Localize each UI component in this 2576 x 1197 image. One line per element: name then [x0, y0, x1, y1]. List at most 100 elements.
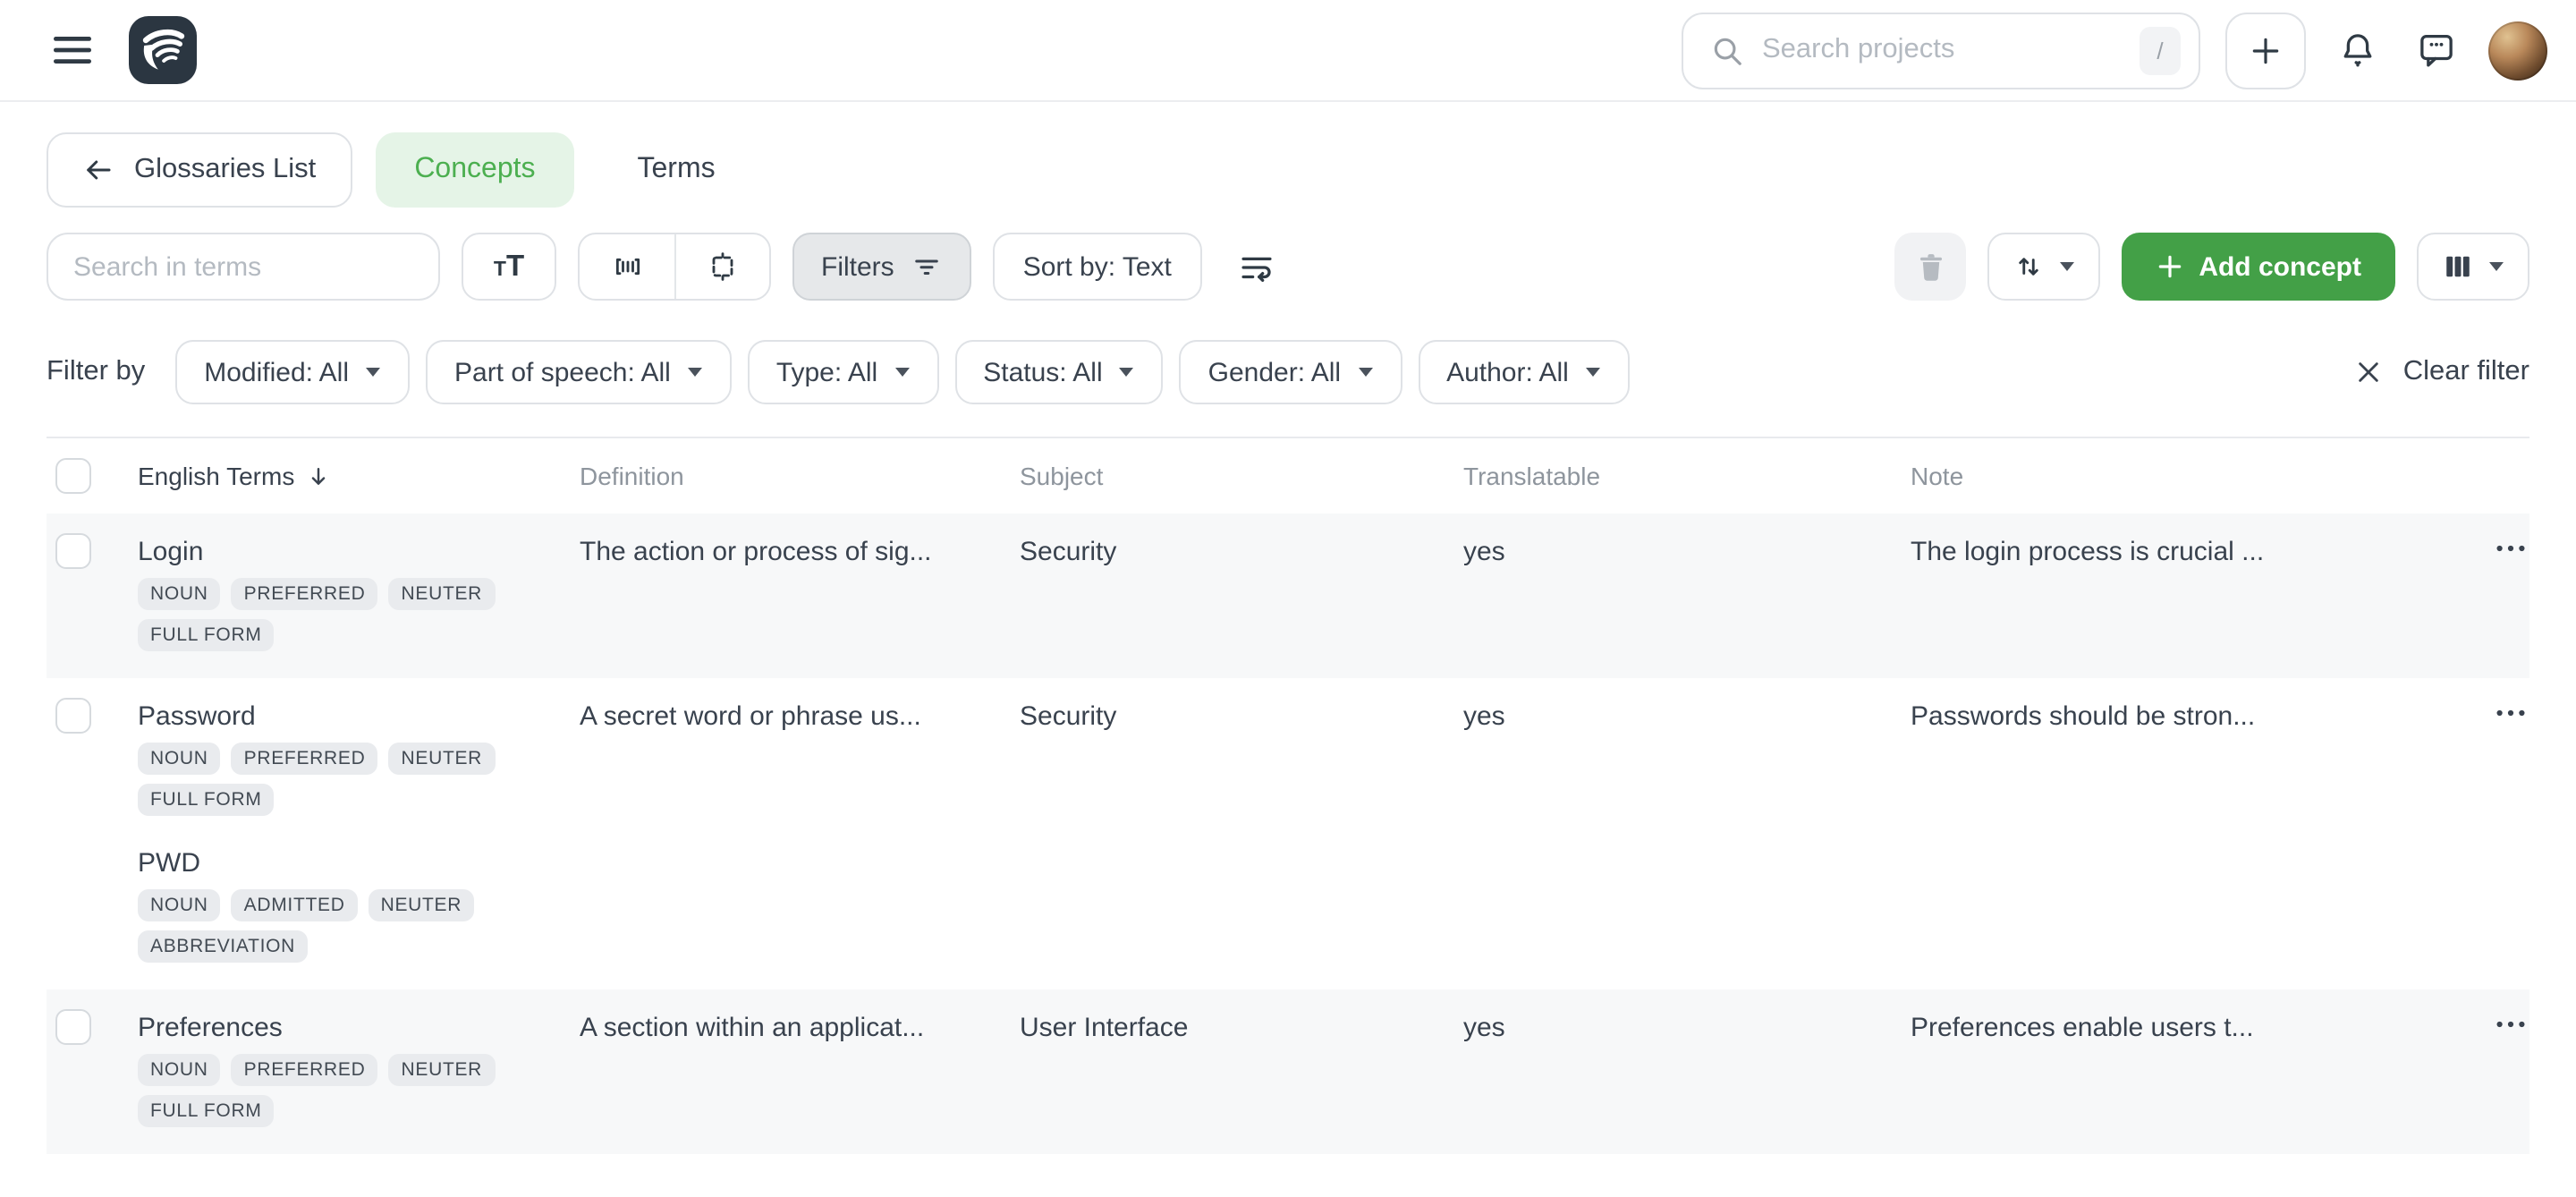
ellipsis-icon — [2496, 709, 2526, 717]
filter-chip-label: Gender: All — [1208, 357, 1341, 387]
filter-chips: Modified: All Part of speech: All Type: Al… — [175, 340, 1630, 404]
row-menu-cell — [2465, 533, 2529, 560]
add-concept-label: Add concept — [2199, 251, 2361, 282]
hamburger-icon — [54, 36, 91, 64]
create-project-button[interactable] — [2225, 12, 2306, 89]
row-menu-button[interactable] — [2492, 1013, 2529, 1036]
filters-button[interactable]: Filters — [792, 233, 971, 301]
search-in-terms-input[interactable] — [73, 251, 413, 282]
cell-subject: Security — [1020, 533, 1463, 571]
term-badge: ABBREVIATION — [138, 930, 308, 963]
row-menu-button[interactable] — [2492, 701, 2529, 725]
table-body: LoginNOUNPREFERREDNEUTERFULL FORMThe act… — [47, 514, 2529, 1154]
wrap-text-button[interactable] — [1238, 248, 1275, 285]
glossary-nav: Glossaries List Concepts Terms — [47, 132, 2529, 208]
notifications-button[interactable] — [2331, 23, 2385, 77]
table-row[interactable]: LoginNOUNPREFERREDNEUTERFULL FORMThe act… — [47, 514, 2529, 678]
sort-by-button[interactable]: Sort by: Text — [993, 233, 1202, 301]
chevron-down-icon — [365, 367, 381, 378]
cell-note: Passwords should be stron... — [1911, 698, 2465, 735]
term-badge: NOUN — [138, 889, 221, 921]
filter-chip-label: Modified: All — [204, 357, 349, 387]
search-shortcut-badge: / — [2140, 26, 2181, 74]
hamburger-menu-button[interactable] — [47, 29, 98, 72]
chevron-down-icon — [1119, 367, 1135, 378]
text-case-icon: TT — [494, 252, 524, 282]
ellipsis-icon — [2496, 544, 2526, 553]
filter-lines-icon — [911, 250, 943, 283]
term-badge: PREFERRED — [232, 578, 378, 610]
term-badge: NOUN — [138, 1054, 221, 1086]
filter-chip-status[interactable]: Status: All — [954, 340, 1163, 404]
tab-concepts[interactable]: Concepts — [375, 132, 574, 208]
term-group: PWDNOUNADMITTEDNEUTERABBREVIATION — [138, 845, 558, 963]
term-badges: NOUNADMITTEDNEUTERABBREVIATION — [138, 889, 504, 963]
filter-chip-part-of-speech[interactable]: Part of speech: All — [426, 340, 732, 404]
cell-definition: The action or process of sig... — [580, 533, 1020, 571]
column-header-subject[interactable]: Subject — [1020, 462, 1463, 490]
app-root: / Glossa — [0, 0, 2576, 1197]
app-logo[interactable] — [129, 16, 197, 84]
sort-arrows-icon — [2012, 250, 2045, 283]
cell-definition: A section within an applicat... — [580, 1009, 1020, 1047]
filter-chip-label: Status: All — [983, 357, 1102, 387]
search-icon — [1710, 33, 1744, 67]
add-concept-button[interactable]: Add concept — [2122, 233, 2395, 301]
column-header-definition[interactable]: Definition — [580, 462, 1020, 490]
row-checkbox[interactable] — [55, 698, 91, 734]
filter-chip-author[interactable]: Author: All — [1418, 340, 1630, 404]
clear-filter-button[interactable]: Clear filter — [2355, 356, 2529, 388]
concepts-table: English Terms Definition Subject Transla… — [47, 437, 2529, 1154]
cell-subject: Security — [1020, 698, 1463, 735]
filter-chip-type[interactable]: Type: All — [748, 340, 938, 404]
tab-terms[interactable]: Terms — [598, 132, 755, 208]
row-menu-cell — [2465, 1009, 2529, 1036]
filter-chip-modified[interactable]: Modified: All — [175, 340, 410, 404]
row-checkbox[interactable] — [55, 533, 91, 569]
wrap-text-icon — [1238, 248, 1275, 285]
chevron-down-icon — [687, 367, 703, 378]
term-badge: NEUTER — [389, 578, 496, 610]
table-row[interactable]: PreferencesNOUNPREFERREDNEUTERFULL FORMA… — [47, 989, 2529, 1154]
exact-match-button[interactable] — [674, 234, 769, 299]
sort-direction-button[interactable] — [1987, 233, 2100, 301]
user-avatar[interactable] — [2488, 21, 2547, 80]
row-menu-button[interactable] — [2492, 537, 2529, 560]
search-projects-input[interactable] — [1762, 34, 2122, 66]
feedback-chat-button[interactable] — [2410, 23, 2463, 77]
text-case-button[interactable]: TT — [462, 233, 556, 301]
chevron-down-icon — [894, 367, 910, 378]
delete-selected-button[interactable] — [1894, 233, 1966, 301]
sort-by-label: Sort by: Text — [1023, 251, 1172, 282]
filter-chip-gender[interactable]: Gender: All — [1180, 340, 1402, 404]
term-group: PreferencesNOUNPREFERREDNEUTERFULL FORM — [138, 1009, 558, 1127]
column-header-english-terms[interactable]: English Terms — [138, 462, 580, 490]
back-to-glossaries-button[interactable]: Glossaries List — [47, 132, 352, 208]
chevron-down-icon — [1357, 367, 1373, 378]
close-icon — [2355, 358, 2384, 386]
column-header-translatable[interactable]: Translatable — [1463, 462, 1911, 490]
filter-chip-label: Author: All — [1446, 357, 1569, 387]
term-badge: PREFERRED — [232, 1054, 378, 1086]
select-all-checkbox[interactable] — [55, 458, 91, 494]
cell-terms: PasswordNOUNPREFERREDNEUTERFULL FORM PWDN… — [138, 698, 580, 963]
chevron-down-icon — [1585, 367, 1601, 378]
columns-button[interactable] — [2417, 233, 2529, 301]
match-mode-button-group — [578, 233, 771, 301]
topbar: / — [0, 0, 2576, 102]
whole-word-button[interactable] — [580, 234, 674, 299]
table-header: English Terms Definition Subject Transla… — [47, 438, 2529, 514]
term-badge: FULL FORM — [138, 784, 275, 816]
search-projects-box: / — [1682, 12, 2200, 89]
row-checkbox[interactable] — [55, 1009, 91, 1045]
table-row[interactable]: PasswordNOUNPREFERREDNEUTERFULL FORM PWDN… — [47, 678, 2529, 989]
row-checkbox-cell — [47, 1009, 138, 1045]
column-header-note[interactable]: Note — [1911, 462, 2465, 490]
term-group: PasswordNOUNPREFERREDNEUTERFULL FORM — [138, 698, 558, 816]
cell-translatable: yes — [1463, 1009, 1911, 1047]
row-menu-cell — [2465, 698, 2529, 725]
filter-chip-label: Part of speech: All — [454, 357, 671, 387]
arrow-left-icon — [82, 154, 114, 186]
column-header-label: English Terms — [138, 462, 294, 490]
cell-terms: LoginNOUNPREFERREDNEUTERFULL FORM — [138, 533, 580, 651]
